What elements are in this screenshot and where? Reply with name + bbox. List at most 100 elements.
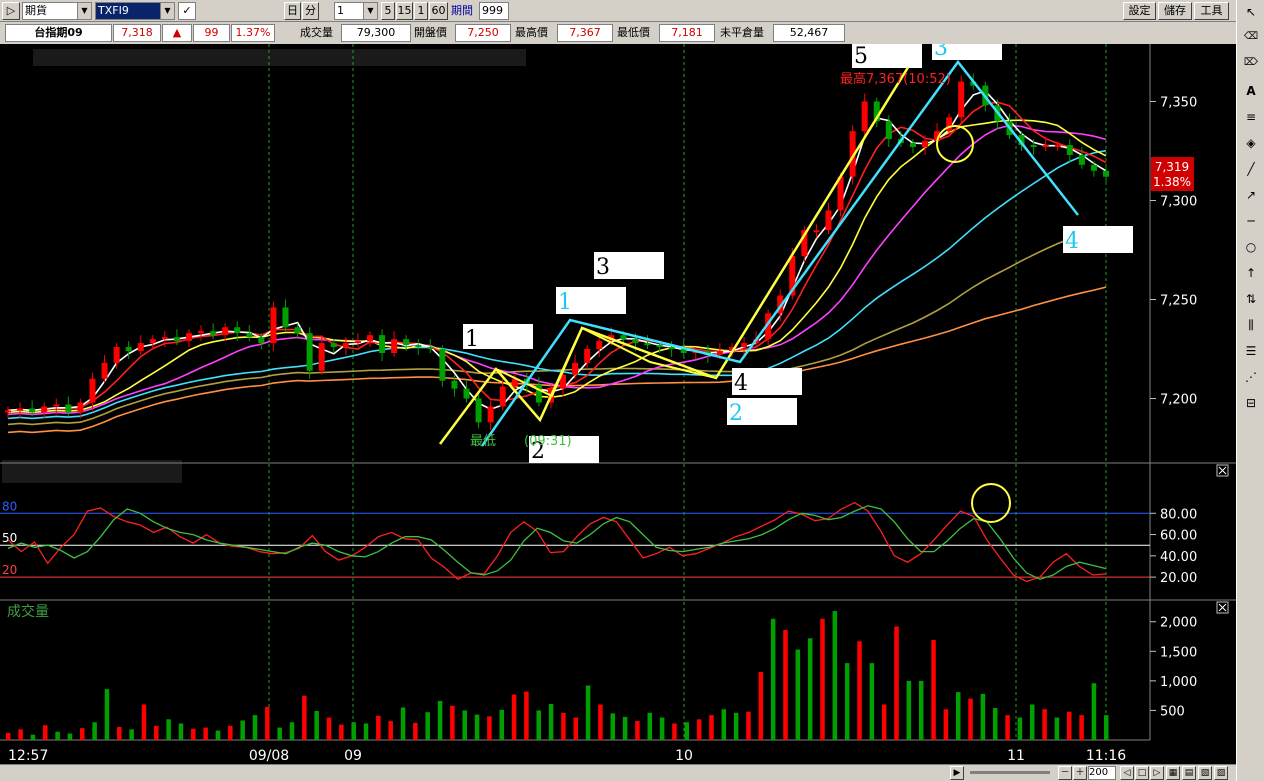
nav-left-icon[interactable]: ◁ — [1120, 766, 1134, 780]
candle-body — [1054, 145, 1061, 148]
retracement-icon[interactable]: ⊟ — [1242, 394, 1260, 412]
volume-bar — [758, 672, 764, 740]
pin-icon[interactable]: ↑ — [1242, 264, 1260, 282]
settings-button[interactable]: 設定 — [1123, 2, 1156, 20]
symbol-value: TXFI9 — [98, 4, 129, 17]
oscillator-fast-line — [7, 501, 1107, 583]
levels-icon[interactable]: ☰ — [1242, 342, 1260, 360]
export-icon[interactable]: ▨ — [1214, 766, 1228, 780]
interval-60-button[interactable]: 60 — [429, 2, 448, 20]
last-price-tag-value: 7,319 — [1155, 160, 1189, 174]
volume-bar — [783, 630, 788, 740]
candle-body — [716, 351, 723, 355]
volume-bar — [733, 712, 739, 740]
volume-bar — [30, 734, 36, 740]
scroll-right-icon[interactable]: ▶ — [950, 766, 964, 780]
nav-stop-icon[interactable]: □ — [1135, 766, 1149, 780]
fan-icon[interactable]: ⋰ — [1242, 368, 1260, 386]
period-input[interactable]: 999 — [479, 2, 509, 20]
chart-area[interactable]: 80 50 20 123451234 7,200 7,250 7,300 7,350 20.… — [0, 44, 1236, 764]
candle-body — [185, 333, 192, 342]
eraser-all-icon[interactable]: ⌦ — [1242, 54, 1260, 72]
category-select[interactable]: 期貨 ▼ — [22, 2, 92, 20]
close-icon[interactable] — [1216, 464, 1229, 477]
close-icon[interactable] — [1216, 601, 1229, 614]
last-price-tag-percent: 1.38% — [1153, 175, 1191, 189]
volume-bar — [363, 723, 369, 740]
volume-bar — [487, 716, 492, 740]
chevron-down-icon[interactable]: ▼ — [77, 3, 91, 19]
volume-tick-label: 2,000 — [1160, 616, 1197, 631]
interval-select[interactable]: 1 ▼ — [334, 2, 378, 20]
price-tick-label: 7,300 — [1160, 194, 1197, 209]
play-button[interactable]: ▷ — [2, 2, 20, 20]
interval-1-button[interactable]: 1 — [414, 2, 428, 20]
volume-bar — [659, 717, 665, 740]
price-tick-label: 7,350 — [1160, 95, 1197, 110]
volume-bar — [807, 638, 813, 740]
candle-body — [5, 410, 11, 413]
candle-body — [1030, 145, 1037, 148]
nav-right-icon[interactable]: ▷ — [1150, 766, 1164, 780]
circle-icon[interactable]: ○ — [1242, 238, 1260, 256]
line-icon[interactable]: ╱ — [1242, 160, 1260, 178]
volume-bar — [857, 641, 862, 740]
bottom-bar: ▶ － ＋ 200 ◁ □ ▷ ▦ ▤ ▧ ▨ — [0, 764, 1236, 781]
minute-button[interactable]: 分 — [302, 2, 319, 20]
print-icon[interactable]: ▤ — [1182, 766, 1196, 780]
image-icon[interactable]: ▧ — [1198, 766, 1212, 780]
volume-bar — [55, 731, 60, 740]
symbol-select[interactable]: TXFI9 ▼ — [95, 2, 175, 20]
volume-bar — [561, 712, 566, 740]
quote-bar: 台指期09 7,318 ▲ 99 1.37% 成交量 79,300 開盤價 7,… — [0, 22, 1236, 44]
reference-line-label: 50 — [2, 531, 17, 545]
candle-body — [403, 339, 410, 346]
chevron-down-icon[interactable]: ▼ — [160, 3, 174, 19]
candle-body — [813, 230, 820, 233]
zoom-out-icon[interactable]: － — [1058, 766, 1072, 780]
text-icon[interactable]: A — [1242, 82, 1260, 100]
candle-body — [644, 343, 651, 346]
day-button[interactable]: 日 — [284, 2, 301, 20]
candle-body — [391, 339, 398, 353]
low-label: 最低價 — [617, 26, 650, 39]
candle-body — [1042, 145, 1049, 148]
reference-line-label: 80 — [2, 499, 17, 513]
time-tick-label: 11:16 — [1086, 748, 1126, 764]
time-tick-label: 11 — [1007, 748, 1025, 764]
volume-bar — [437, 700, 443, 740]
candle-body — [222, 327, 229, 336]
interval-5-button[interactable]: 5 — [381, 2, 395, 20]
tools-button[interactable]: 工具 — [1194, 2, 1229, 20]
save-button[interactable]: 儲存 — [1158, 2, 1192, 20]
zoom-slider[interactable] — [970, 771, 1050, 774]
candle-body — [1103, 170, 1109, 177]
oscillator-tick-label: 60.00 — [1160, 529, 1197, 544]
time-tick-label: 12:57 — [8, 748, 48, 764]
chevron-down-icon[interactable]: ▼ — [363, 3, 377, 19]
horizontal-line-icon[interactable]: ─ — [1242, 212, 1260, 230]
ma-yellow-line — [7, 119, 1107, 414]
yellow-wave-label: 5 — [854, 44, 868, 69]
cursor-icon[interactable]: ↖ — [1242, 3, 1260, 21]
chart-canvas[interactable]: 805020 123451234 7,2007,2507,3007,35020.… — [0, 44, 1236, 764]
eraser-icon[interactable]: ⌫ — [1242, 28, 1260, 46]
volume-bar — [117, 726, 122, 740]
paint-icon[interactable]: ◈ — [1242, 134, 1260, 152]
candle-body — [439, 349, 446, 381]
grid-icon[interactable]: ▦ — [1166, 766, 1180, 780]
candle-body — [741, 343, 748, 348]
candle-body — [427, 347, 434, 350]
lines-icon[interactable]: ≡ — [1242, 108, 1260, 126]
zoom-in-icon[interactable]: ＋ — [1073, 766, 1087, 780]
volume-bar — [314, 711, 319, 740]
fibonacci-icon[interactable]: ⇅ — [1242, 290, 1260, 308]
channel-icon[interactable]: ⫼ — [1242, 316, 1260, 334]
time-tick-label: 09 — [344, 748, 362, 764]
link-checkbox[interactable]: ✓ — [178, 2, 196, 20]
arrow-line-icon[interactable]: ↗ — [1242, 186, 1260, 204]
candle-body — [475, 398, 482, 423]
volume-bar — [339, 724, 344, 740]
interval-15-button[interactable]: 15 — [396, 2, 413, 20]
zoom-value[interactable]: 200 — [1088, 766, 1116, 780]
